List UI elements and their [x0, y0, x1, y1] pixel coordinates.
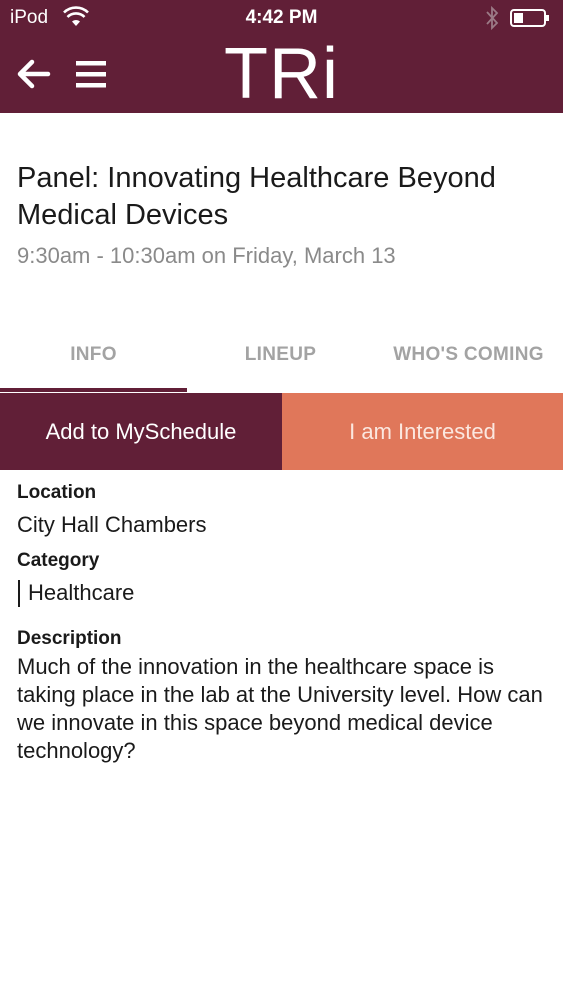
add-to-myschedule-button[interactable]: Add to MySchedule [0, 393, 282, 470]
tab-info[interactable]: INFO [0, 330, 187, 386]
text-cursor [18, 580, 20, 607]
description-value: Much of the innovation in the healthcare… [17, 654, 543, 763]
description-label: Description [17, 628, 122, 649]
event-title: Panel: Innovating Healthcare Beyond Medi… [17, 162, 496, 231]
event-time: 9:30am - 10:30am on Friday, March 13 [17, 243, 396, 268]
bluetooth-icon [486, 5, 499, 31]
status-bar: iPod 4:42 PM [0, 0, 563, 36]
location-value: City Hall Chambers [17, 512, 207, 537]
tab-selected-indicator [0, 388, 187, 392]
app-header: iPod 4:42 PM TRi [0, 0, 563, 113]
brand-logo: TRi [224, 34, 339, 114]
status-time: 4:42 PM [245, 7, 318, 28]
battery-icon [510, 9, 549, 27]
tab-whos-coming[interactable]: WHO'S COMING [374, 330, 563, 386]
tab-bar: INFO LINEUP WHO'S COMING [0, 330, 563, 392]
category-value: Healthcare [28, 580, 135, 605]
tab-lineup[interactable]: LINEUP [187, 330, 374, 386]
category-label: Category [17, 550, 100, 571]
i-am-interested-button[interactable]: I am Interested [282, 393, 563, 470]
location-label: Location [17, 482, 97, 503]
action-row: Add to MySchedule I am Interested [0, 393, 563, 470]
